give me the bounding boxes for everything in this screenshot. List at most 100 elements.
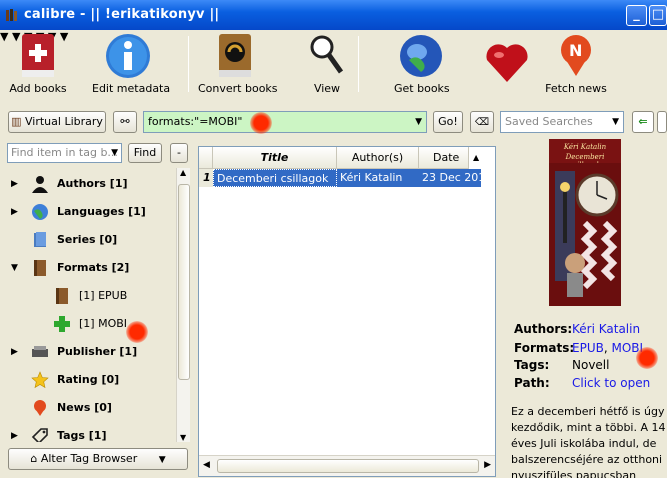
tag-node-tags[interactable]: ▶ Tags [1] bbox=[7, 424, 177, 442]
scroll-up-icon[interactable]: ▲ bbox=[180, 168, 186, 177]
tag-node-label: News [0] bbox=[57, 401, 112, 414]
tag-node-authors[interactable]: ▶ Authors [1] bbox=[7, 172, 177, 196]
title-bar: calibre - || !erikatikonyv || _ □ bbox=[0, 0, 667, 30]
book-icon bbox=[56, 288, 68, 304]
expand-arrow-icon[interactable]: ▶ bbox=[11, 172, 18, 196]
scroll-left-icon[interactable]: ◀ bbox=[203, 460, 210, 470]
news-icon bbox=[34, 400, 46, 416]
find-button[interactable]: Find bbox=[128, 143, 162, 163]
table-row[interactable]: 1 Decemberi csillagok Kéri Katalin 23 De… bbox=[199, 169, 495, 187]
tag-icon: ⌂ bbox=[30, 452, 38, 465]
calibre-app-icon bbox=[6, 9, 17, 21]
convert-icon bbox=[219, 34, 251, 77]
convert-books-label: Convert books bbox=[198, 82, 278, 95]
news-icon: N bbox=[561, 35, 591, 76]
edit-metadata-button[interactable]: Edit metadata bbox=[92, 32, 171, 95]
user-icon bbox=[32, 176, 48, 193]
column-header-authors[interactable]: Author(s) bbox=[337, 147, 419, 169]
add-book-icon bbox=[22, 34, 54, 77]
tag-node-label: [1] EPUB bbox=[79, 289, 128, 302]
find-placeholder: Find item in tag b... bbox=[11, 146, 118, 159]
convert-books-button[interactable]: Convert books bbox=[198, 32, 278, 95]
book-list-vscroll bbox=[481, 169, 495, 455]
sort-ascending-icon: ▲ bbox=[473, 153, 480, 162]
get-books-button[interactable]: Get books bbox=[394, 32, 450, 95]
tag-node-rating[interactable]: Rating [0] bbox=[7, 368, 177, 392]
path-label: Path: bbox=[514, 376, 550, 390]
book-description: Ez a decemberi hétfő is úgy kezdődik, mi… bbox=[511, 405, 666, 478]
book-list-hscroll[interactable]: ◀ ▶ bbox=[199, 455, 495, 476]
delete-search-button[interactable] bbox=[657, 111, 667, 133]
formats-label: Formats: bbox=[514, 341, 575, 355]
library-icon: ▥ bbox=[11, 115, 22, 128]
path-link[interactable]: Click to open bbox=[572, 376, 650, 390]
tag-browser-find-input[interactable]: Find item in tag b... ▼ bbox=[7, 143, 122, 163]
saved-searches-placeholder: Saved Searches bbox=[505, 115, 593, 128]
saved-searches-combo[interactable]: Saved Searches ▼ bbox=[500, 111, 624, 133]
tag-node-formats[interactable]: ▼ Formats [2] bbox=[7, 256, 177, 280]
binoculars-icon: ⚯ bbox=[120, 115, 130, 128]
binoculars-button[interactable]: ⚯ bbox=[113, 111, 137, 133]
find-dropdown-icon[interactable]: ▼ bbox=[111, 144, 118, 162]
column-header-title[interactable]: Title bbox=[213, 147, 337, 169]
tag-node-label: Rating [0] bbox=[57, 373, 120, 386]
tag-node-epub[interactable]: [1] EPUB bbox=[7, 284, 177, 308]
click-marker bbox=[126, 321, 148, 343]
book-title-cell[interactable]: Decemberi csillagok bbox=[213, 169, 337, 187]
author-link[interactable]: Kéri Katalin bbox=[572, 322, 640, 336]
column-header-date[interactable]: Date bbox=[419, 147, 469, 169]
tags-label: Tags: bbox=[514, 358, 550, 372]
search-history-dropdown-icon[interactable]: ▼ bbox=[415, 112, 422, 132]
tag-node-series[interactable]: Series [0] bbox=[7, 228, 177, 252]
tag-node-label: Formats [2] bbox=[57, 261, 130, 274]
tag-node-mobi[interactable]: [1] MOBI bbox=[7, 312, 177, 336]
format-link-epub[interactable]: EPUB bbox=[572, 341, 604, 355]
alter-dropdown-icon: ▼ bbox=[158, 455, 166, 465]
toolbar-separator bbox=[358, 36, 359, 92]
hscroll-thumb[interactable] bbox=[217, 459, 479, 473]
detail-authors: Authors:Kéri Katalin bbox=[514, 322, 640, 336]
view-button[interactable]: View bbox=[304, 32, 350, 95]
authors-label: Authors: bbox=[514, 322, 573, 336]
maximize-button[interactable]: □ bbox=[649, 5, 667, 26]
book-cover[interactable]: Kéri Katalin Decemberi csillagok bbox=[549, 139, 621, 306]
scrollbar-thumb[interactable] bbox=[178, 184, 190, 380]
tag-node-languages[interactable]: ▶ Languages [1] bbox=[7, 200, 177, 224]
star-icon bbox=[31, 371, 49, 389]
search-input[interactable]: formats:"=MOBI" ▼ bbox=[143, 111, 427, 133]
publisher-icon bbox=[32, 346, 48, 357]
search-query-text: formats:"=MOBI" bbox=[148, 115, 243, 128]
clear-search-button[interactable]: ⌫ bbox=[470, 111, 494, 133]
magnifier-icon bbox=[310, 35, 344, 74]
toolbar-separator bbox=[188, 36, 189, 92]
tag-node-news[interactable]: News [0] bbox=[7, 396, 177, 420]
edit-metadata-label: Edit metadata bbox=[92, 82, 171, 95]
expand-arrow-icon[interactable]: ▶ bbox=[11, 340, 18, 364]
click-marker bbox=[636, 347, 658, 369]
series-icon bbox=[34, 232, 46, 247]
minimize-button[interactable]: _ bbox=[626, 5, 647, 26]
add-books-button[interactable]: Add books bbox=[6, 32, 70, 95]
alter-tag-browser-button[interactable]: ⌂ Alter Tag Browser ▼ bbox=[8, 448, 188, 470]
expand-arrow-icon[interactable]: ▶ bbox=[11, 424, 18, 442]
tag-node-publisher[interactable]: ▶ Publisher [1] bbox=[7, 340, 177, 364]
fetch-news-button[interactable]: N Fetch news bbox=[544, 32, 608, 95]
book-author-cell[interactable]: Kéri Katalin bbox=[337, 169, 419, 187]
save-search-button[interactable]: ⇐ bbox=[632, 111, 654, 133]
row-number-header bbox=[199, 147, 213, 169]
scroll-right-icon[interactable]: ▶ bbox=[484, 460, 491, 470]
go-button[interactable]: Go! bbox=[433, 111, 463, 133]
fetch-news-label: Fetch news bbox=[545, 82, 607, 95]
tag-browser-scrollbar[interactable]: ▲ ▼ bbox=[176, 168, 190, 442]
collapse-button[interactable]: - bbox=[170, 143, 188, 163]
virtual-library-label: Virtual Library bbox=[25, 115, 103, 128]
scroll-down-icon[interactable]: ▼ bbox=[180, 433, 186, 442]
expand-arrow-icon[interactable]: ▶ bbox=[11, 200, 18, 224]
collapse-arrow-icon[interactable]: ▼ bbox=[11, 256, 18, 280]
heart-icon[interactable] bbox=[482, 38, 532, 86]
virtual-library-button[interactable]: ▥ Virtual Library bbox=[8, 111, 106, 133]
main-toolbar: Add books ▼ Edit metadata ▼ Convert book… bbox=[0, 30, 667, 102]
cover-author: Kéri Katalin bbox=[563, 143, 607, 151]
tags-value: Novell bbox=[572, 358, 610, 372]
saved-searches-dropdown-icon[interactable]: ▼ bbox=[612, 112, 619, 132]
